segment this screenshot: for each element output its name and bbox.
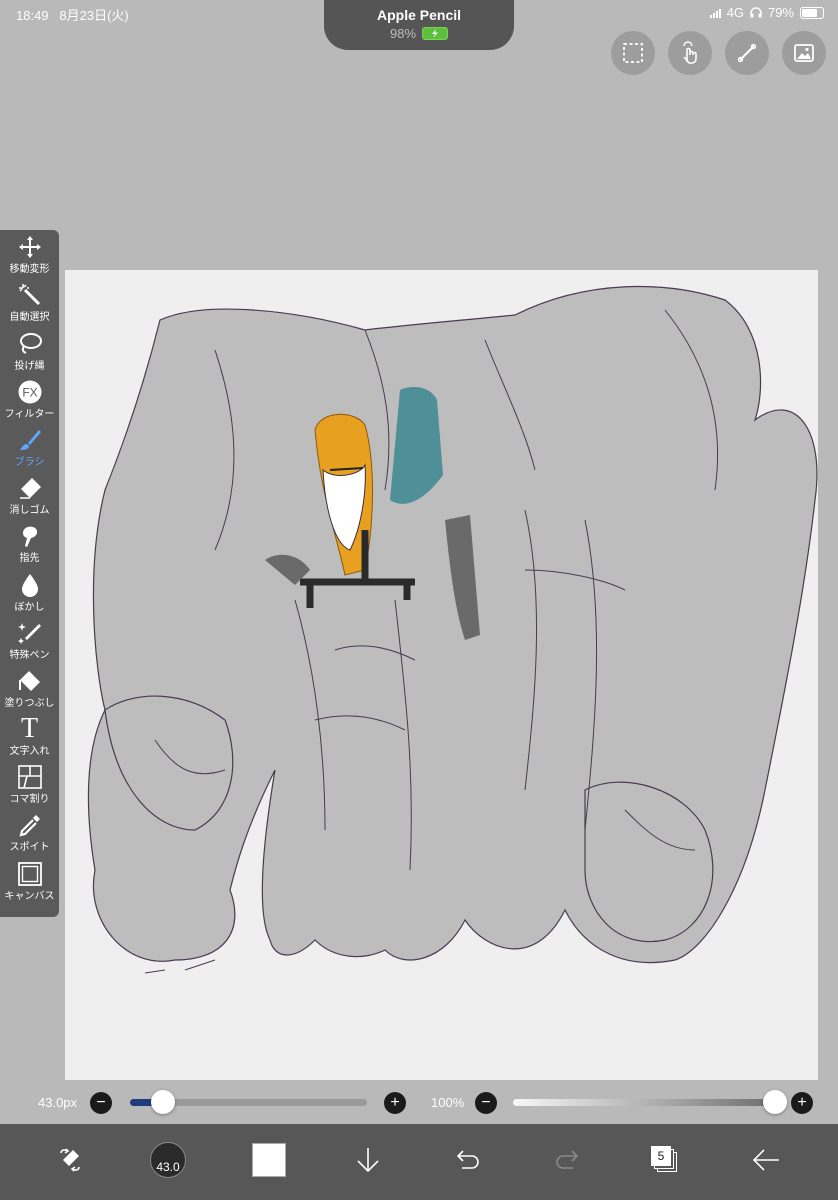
tool-label: コマ割り — [9, 794, 50, 806]
selection-button[interactable] — [611, 31, 655, 75]
finger-icon — [16, 523, 44, 549]
gesture-icon — [683, 41, 697, 64]
pencil-name: Apple Pencil — [376, 7, 462, 23]
down-button[interactable] — [346, 1138, 390, 1182]
eyedropper-icon — [16, 812, 44, 838]
tool-label: ブラシ — [14, 456, 45, 468]
back-button[interactable] — [744, 1138, 788, 1182]
brush-size-label: 43.0 — [156, 1160, 180, 1174]
brush-preview: 43.0 — [150, 1142, 186, 1178]
battery-icon — [800, 6, 824, 19]
redo-button[interactable] — [545, 1138, 589, 1182]
tool-text[interactable]: T 文字入れ — [0, 712, 59, 760]
battery-percent: 79% — [767, 5, 794, 20]
opacity-increase-button[interactable]: + — [791, 1092, 813, 1114]
pencil-status: Apple Pencil 98% — [324, 0, 514, 50]
redo-icon — [556, 1150, 579, 1169]
opacity-decrease-button[interactable]: − — [475, 1092, 497, 1114]
status-right: 4G 79% — [709, 5, 824, 20]
brush-icon — [16, 427, 44, 453]
tool-blur[interactable]: ぼかし — [0, 567, 59, 615]
fx-icon: FX — [16, 379, 44, 405]
material-button[interactable] — [782, 31, 826, 75]
tool-panel[interactable]: コマ割り — [0, 760, 59, 808]
tool-label: キャンバス — [4, 890, 55, 902]
tool-label: 塗りつぶし — [4, 697, 55, 709]
drawing-canvas[interactable] — [65, 270, 818, 1080]
tool-auto-select[interactable]: 自動選択 — [0, 278, 59, 326]
text-icon: T — [20, 713, 39, 745]
material-icon — [794, 44, 814, 62]
status-time: 18:49 8月23日(火) — [16, 8, 129, 23]
bottom-toolbar: 43.0 5 — [0, 1124, 838, 1200]
layers-count: 5 — [651, 1146, 671, 1166]
opacity-slider-knob[interactable] — [763, 1090, 787, 1114]
tool-move[interactable]: 移動変形 — [0, 230, 59, 278]
tool-label: 移動変形 — [9, 264, 50, 276]
ruler-button[interactable] — [725, 31, 769, 75]
special-pen-icon — [16, 620, 44, 646]
quick-action-icon — [60, 1148, 80, 1172]
tool-label: 文字入れ — [9, 746, 50, 758]
brush-sliders: 43.0px − + 100% − + — [0, 1084, 838, 1122]
undo-button[interactable] — [446, 1138, 490, 1182]
tool-brush[interactable]: ブラシ — [0, 423, 59, 471]
tool-label: 自動選択 — [9, 312, 50, 324]
top-actions — [611, 31, 826, 75]
tool-canvas[interactable]: キャンバス — [0, 856, 59, 904]
tool-label: フィルター — [4, 408, 55, 420]
tool-eraser[interactable]: 消しゴム — [0, 471, 59, 519]
ruler-icon — [737, 43, 757, 63]
tool-label: ぼかし — [14, 601, 45, 613]
gesture-button[interactable] — [668, 31, 712, 75]
signal-icon — [709, 8, 721, 18]
brush-size-value: 43.0px — [38, 1095, 78, 1110]
arrow-left-icon — [752, 1149, 779, 1171]
brush-size-button[interactable]: 43.0 — [146, 1138, 190, 1182]
size-increase-button[interactable]: + — [384, 1092, 406, 1114]
tool-label: スポイト — [9, 842, 50, 854]
network-label: 4G — [726, 5, 744, 20]
tool-lasso[interactable]: 投げ縄 — [0, 326, 59, 374]
tool-filter[interactable]: FX フィルター — [0, 375, 59, 423]
sketch-artwork — [87, 285, 818, 974]
pencil-battery-icon — [422, 27, 449, 40]
color-button[interactable] — [247, 1138, 291, 1182]
layers-button[interactable]: 5 — [643, 1138, 687, 1182]
tool-label: 消しゴム — [9, 505, 50, 517]
size-decrease-button[interactable]: − — [90, 1092, 112, 1114]
eraser-icon — [16, 475, 44, 501]
lasso-icon — [16, 331, 44, 357]
arrow-down-icon — [357, 1148, 379, 1173]
undo-icon — [456, 1150, 479, 1169]
svg-text:FX: FX — [22, 385, 37, 399]
status-date: 8月23日(火) — [59, 8, 129, 23]
current-color-swatch — [252, 1143, 286, 1177]
tool-finger[interactable]: 指先 — [0, 519, 59, 567]
tool-eyedropper[interactable]: スポイト — [0, 808, 59, 856]
tool-label: 特殊ペン — [9, 649, 50, 661]
tool-special-pen[interactable]: 特殊ペン — [0, 616, 59, 664]
quick-action-button[interactable] — [48, 1138, 92, 1182]
tool-fill[interactable]: 塗りつぶし — [0, 664, 59, 712]
pencil-battery: 98% — [389, 26, 417, 41]
headphones-icon — [750, 7, 762, 18]
blur-icon — [16, 572, 44, 598]
size-slider-knob[interactable] — [151, 1090, 176, 1114]
fill-icon — [16, 668, 44, 694]
canvas-icon — [16, 861, 44, 887]
opacity-slider-track[interactable] — [513, 1099, 775, 1106]
move-icon — [16, 234, 44, 260]
tool-label: 投げ縄 — [14, 360, 45, 372]
layers-icon: 5 — [651, 1146, 679, 1174]
magic-wand-icon — [16, 282, 44, 308]
panel-icon — [16, 764, 44, 790]
selection-icon — [623, 43, 643, 63]
tool-palette: 移動変形 自動選択 投げ縄 FX フィルター ブラシ 消しゴム 指先 ぼかし 特… — [0, 230, 59, 917]
opacity-value: 100% — [431, 1095, 465, 1110]
tool-label: 指先 — [19, 553, 40, 565]
